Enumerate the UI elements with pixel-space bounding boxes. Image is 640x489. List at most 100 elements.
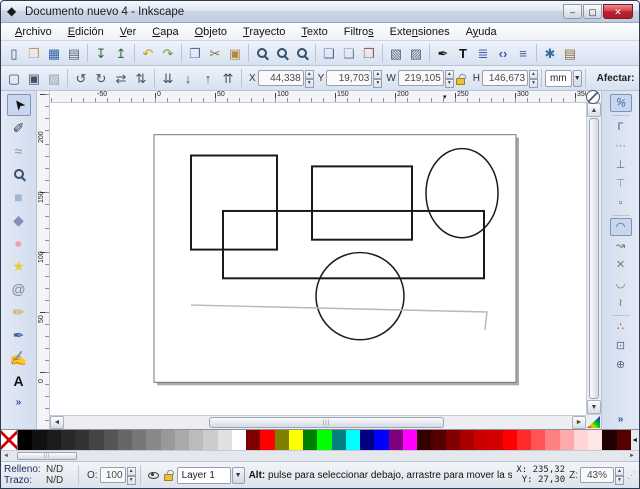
snap-bbox-corners-button[interactable]: ⊥ <box>610 156 632 174</box>
paste-button[interactable]: ▣ <box>225 43 245 63</box>
menu-texto[interactable]: Texto <box>293 25 335 39</box>
text-tool[interactable]: A <box>7 370 31 392</box>
swatch-555555[interactable] <box>104 430 118 450</box>
zoom-to-drawing-button[interactable] <box>272 43 292 63</box>
select-all-layers-button[interactable]: ▣ <box>24 68 44 88</box>
menu-capa[interactable]: Capa <box>144 25 186 39</box>
swatch-ff8080[interactable] <box>545 430 559 450</box>
menu-ayuda[interactable]: Ayuda <box>458 25 505 39</box>
menu-trayecto[interactable]: Trayecto <box>235 25 293 39</box>
swatch-800080[interactable] <box>389 430 403 450</box>
canvas-viewport[interactable] <box>50 103 586 415</box>
zoom-to-selection-button[interactable] <box>252 43 272 63</box>
x-input[interactable]: 44,338 <box>258 70 304 86</box>
vertical-ruler[interactable]: 200150100500 <box>37 91 50 429</box>
h-scroll-thumb[interactable]: ||| <box>209 417 444 428</box>
tweak-tool[interactable]: ≈ <box>7 140 31 162</box>
snapbar-overflow-icon[interactable]: » <box>618 414 624 425</box>
opacity-input[interactable]: 100 <box>100 467 126 483</box>
drawing-canvas[interactable] <box>50 103 586 415</box>
swatch-550000[interactable] <box>617 430 631 450</box>
layer-lock-icon[interactable] <box>164 474 173 481</box>
rotate-ccw-button[interactable]: ↺ <box>71 68 91 88</box>
maximize-button[interactable]: ▢ <box>583 4 602 19</box>
swatch-444444[interactable] <box>89 430 103 450</box>
swatch-ff0000[interactable] <box>503 430 517 450</box>
opacity-spinner[interactable]: ▲▼ <box>127 467 136 483</box>
zoom-tool[interactable] <box>7 163 31 185</box>
snap-cusp-nodes-button[interactable]: ◡ <box>610 275 632 293</box>
vertical-scrollbar[interactable]: ▲ ▼ <box>586 103 601 414</box>
rotate-cw-button[interactable]: ↻ <box>91 68 111 88</box>
swatch-000000[interactable] <box>18 430 32 450</box>
ungroup-objects-button[interactable]: ▨ <box>406 43 426 63</box>
group-objects-button[interactable]: ▧ <box>386 43 406 63</box>
menu-filtros[interactable]: Filtros <box>336 25 382 39</box>
rectangle-tool[interactable]: ■ <box>7 186 31 208</box>
snap-bbox-edges-button[interactable]: ⋯ <box>610 137 632 155</box>
swatch-ff2a2a[interactable] <box>517 430 531 450</box>
swatch-cc0000[interactable] <box>474 430 488 450</box>
swatch-282828[interactable] <box>61 430 75 450</box>
resize-grip[interactable]: ⋰ <box>627 470 636 481</box>
palette-scroll-thumb[interactable]: ||| <box>17 452 77 460</box>
swatch-ffffff[interactable] <box>232 430 246 450</box>
unit-select[interactable]: mm <box>545 70 572 87</box>
y-input[interactable]: 19,703 <box>326 70 372 86</box>
unlink-clone-button[interactable]: ❒ <box>359 43 379 63</box>
snap-bbox-edge-midpoints-button[interactable]: ⊤ <box>610 175 632 193</box>
swatch-aa0000[interactable] <box>460 430 474 450</box>
copy-button[interactable]: ❐ <box>185 43 205 63</box>
layer-dropdown-icon[interactable]: ▼ <box>232 467 245 484</box>
deselect-button[interactable]: ▨ <box>44 68 64 88</box>
h-spinner[interactable]: ▲▼ <box>529 70 538 86</box>
raise-to-top-button[interactable]: ⇈ <box>218 68 238 88</box>
zoom-input[interactable]: 43% <box>580 467 614 483</box>
selector-tool[interactable]: ➤ <box>7 94 31 116</box>
snap-bbox-centers-button[interactable]: ▫ <box>610 194 632 212</box>
swatch-808000[interactable] <box>275 430 289 450</box>
snap-object-centers-button[interactable]: ⊡ <box>610 337 632 355</box>
swatch-550000[interactable] <box>431 430 445 450</box>
zoom-to-page-button[interactable] <box>292 43 312 63</box>
flip-horizontal-button[interactable]: ⇄ <box>111 68 131 88</box>
fill-stroke-dialog-button[interactable]: ✒ <box>433 43 453 63</box>
save-document-button[interactable]: ▦ <box>44 43 64 63</box>
title-bar[interactable]: ◆ Documento nuevo 4 - Inkscape – ▢ ✕ <box>1 1 639 23</box>
scroll-right-icon[interactable]: ► <box>572 416 586 429</box>
swatch-008000[interactable] <box>303 430 317 450</box>
lower-to-bottom-button[interactable]: ⇊ <box>158 68 178 88</box>
horizontal-ruler[interactable]: -50050100150200250300350▾ <box>50 91 586 103</box>
swatch-aaaaaa[interactable] <box>175 430 189 450</box>
select-all-button[interactable]: ▢ <box>4 68 24 88</box>
pen-tool[interactable]: ✒ <box>7 324 31 346</box>
y-spinner[interactable]: ▲▼ <box>373 70 382 86</box>
toggle-snapping-button[interactable]: % <box>610 94 632 112</box>
swatch-00ff00[interactable] <box>317 430 331 450</box>
swatch-ff0000[interactable] <box>260 430 274 450</box>
new-document-button[interactable]: ▯ <box>4 43 24 63</box>
swatch-888888[interactable] <box>146 430 160 450</box>
export-bitmap-button[interactable]: ↥ <box>111 43 131 63</box>
ruler-corner-button[interactable] <box>586 90 600 104</box>
spiral-tool[interactable]: @ <box>7 278 31 300</box>
v-scroll-thumb[interactable] <box>589 118 599 399</box>
swatch-333333[interactable] <box>75 430 89 450</box>
snap-bbox-button[interactable]: Γ <box>610 118 632 136</box>
flip-vertical-button[interactable]: ⇅ <box>131 68 151 88</box>
lower-button[interactable]: ↓ <box>178 68 198 88</box>
snap-smooth-nodes-button[interactable]: ≀ <box>610 294 632 312</box>
swatch-d40000[interactable] <box>488 430 502 450</box>
swatch-bbbbbb[interactable] <box>189 430 203 450</box>
h-input[interactable]: 146,673 <box>482 70 528 86</box>
palette-scroll-left-icon[interactable]: ◄ <box>1 453 11 459</box>
w-input[interactable]: 219,105 <box>398 70 444 86</box>
layer-selector[interactable]: Layer 1 ▼ <box>177 467 245 484</box>
calligraphy-tool[interactable]: ✍ <box>7 347 31 369</box>
palette-overflow-icon[interactable]: ◄ <box>631 430 639 450</box>
swatch-0000ff[interactable] <box>374 430 388 450</box>
menu-extensiones[interactable]: Extensiones <box>382 25 458 39</box>
text-dialog-button[interactable]: T <box>453 43 473 63</box>
swatch-00ffff[interactable] <box>346 430 360 450</box>
import-image-button[interactable]: ↧ <box>91 43 111 63</box>
